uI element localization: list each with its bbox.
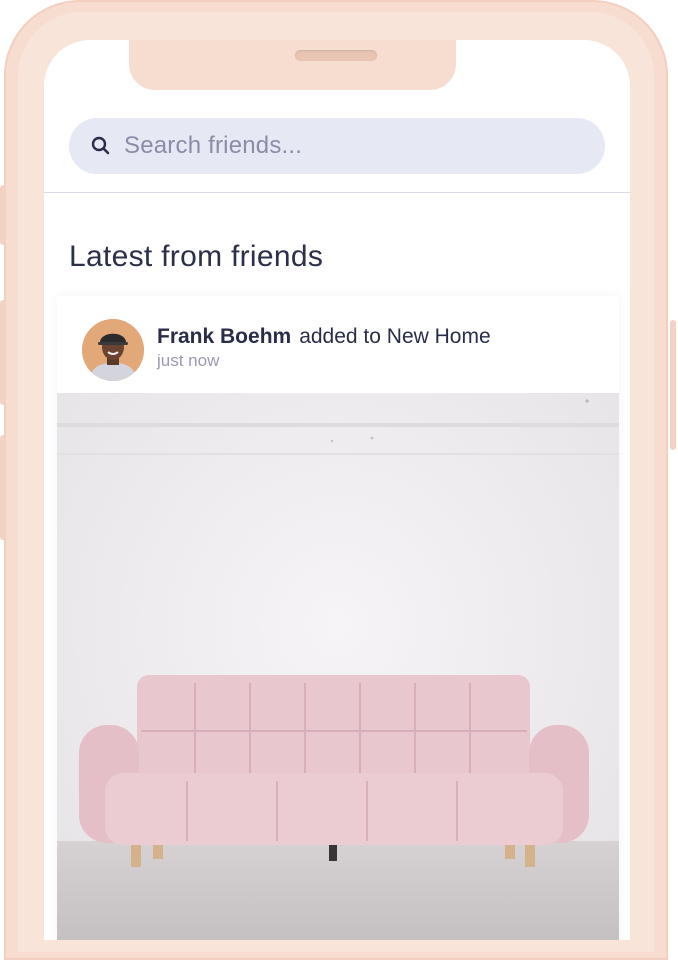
phone-screen: Search friends... Latest from friends Fr… <box>44 40 630 940</box>
side-button-left-1 <box>0 185 6 245</box>
feed-post-card[interactable]: Frank Boehm added to New Home just now <box>57 296 619 940</box>
search-input[interactable]: Search friends... <box>124 132 302 160</box>
search-icon <box>85 130 117 162</box>
post-header: Frank Boehm added to New Home <box>157 325 491 349</box>
speaker-grille <box>295 50 377 61</box>
post-action: added to New Home <box>299 325 491 348</box>
side-button-right <box>670 320 676 450</box>
header-divider <box>44 192 630 193</box>
phone-notch <box>129 40 456 90</box>
side-button-left-2 <box>0 300 6 405</box>
avatar[interactable] <box>82 319 144 381</box>
search-bar[interactable]: Search friends... <box>69 118 605 174</box>
post-user-name[interactable]: Frank Boehm <box>157 325 291 348</box>
side-button-left-3 <box>0 435 6 540</box>
section-title: Latest from friends <box>69 240 324 273</box>
post-image[interactable] <box>57 393 619 940</box>
post-timestamp: just now <box>157 351 220 370</box>
